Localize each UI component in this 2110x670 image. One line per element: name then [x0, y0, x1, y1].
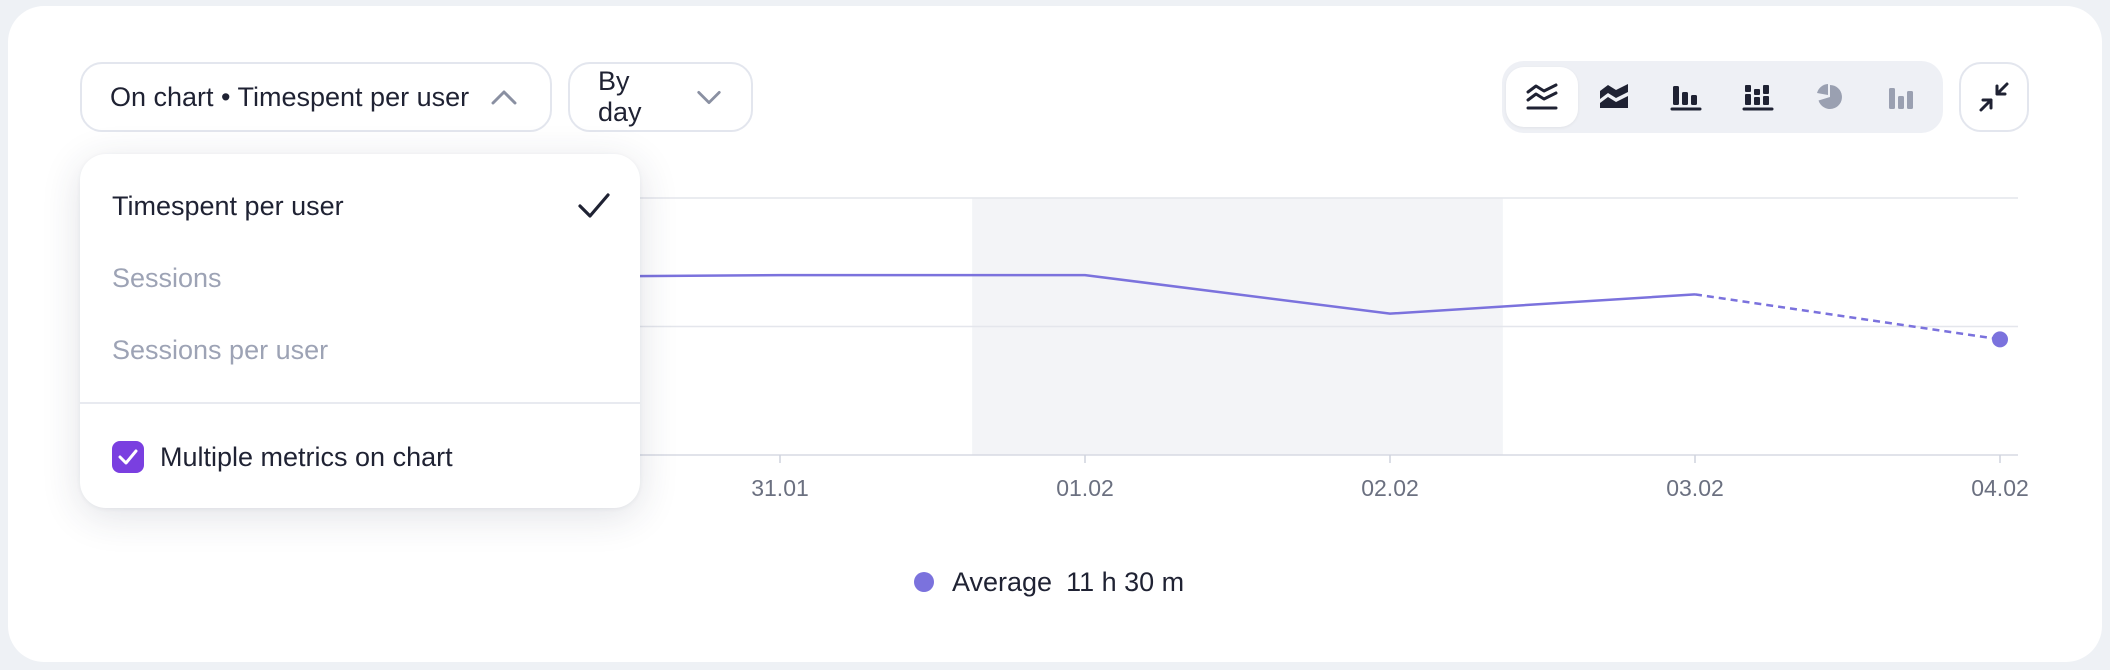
series-line-forecast — [1694, 293, 2001, 341]
area-chart-icon — [1600, 84, 1628, 108]
pie-chart-icon — [1817, 84, 1842, 109]
x-tick-label: 01.02 — [1056, 475, 1114, 501]
checkmark-icon — [578, 193, 610, 218]
checkbox-check-icon — [118, 449, 138, 465]
line-chart-icon — [1526, 83, 1558, 110]
dropdown-item-label: Sessions — [112, 262, 222, 293]
dropdown-item-label: Sessions per user — [112, 334, 329, 365]
collapse-button[interactable] — [1959, 62, 2029, 132]
chevron-down-icon — [697, 90, 721, 104]
metric-dropdown: Timespent per user Sessions Sessions per… — [80, 154, 640, 508]
period-select[interactable]: By day — [568, 62, 753, 132]
bar-chart-icon — [1670, 86, 1702, 111]
metric-select[interactable]: On chart • Timespent per user — [80, 62, 552, 132]
dropdown-divider — [80, 402, 640, 404]
column-chart-type-button[interactable] — [1866, 67, 1938, 127]
collapse-icon — [1979, 82, 2009, 112]
chevron-up-icon — [491, 90, 517, 105]
multiple-metrics-toggle[interactable]: Multiple metrics on chart — [112, 429, 453, 485]
stacked-bar-chart-icon — [1742, 85, 1774, 111]
dropdown-item-label: Timespent per user — [112, 190, 344, 221]
x-tick-label: 31.01 — [751, 475, 809, 501]
legend-series-marker — [914, 572, 934, 592]
chart-legend: Average 11 h 30 m — [914, 562, 1184, 602]
column-chart-icon — [1889, 88, 1913, 109]
line-chart-type-button[interactable] — [1506, 67, 1578, 127]
legend-series-value: 11 h 30 m — [1066, 566, 1185, 597]
series-last-point — [1992, 331, 2008, 348]
legend-series-name: Average — [952, 566, 1053, 597]
x-tick-label: 02.02 — [1361, 475, 1419, 501]
bar-chart-type-button[interactable] — [1650, 67, 1722, 127]
metric-select-label: On chart • Timespent per user — [110, 81, 470, 112]
x-tick-label: 03.02 — [1666, 475, 1724, 501]
multiple-metrics-label: Multiple metrics on chart — [160, 441, 453, 472]
dropdown-item-sessions-per-user[interactable]: Sessions per user — [112, 322, 612, 378]
chart-type-switcher — [1502, 61, 1943, 133]
dropdown-item-sessions[interactable]: Sessions — [112, 250, 612, 306]
dropdown-item-timespent-per-user[interactable]: Timespent per user — [112, 178, 612, 234]
area-chart-type-button[interactable] — [1578, 67, 1650, 127]
period-select-label: By day — [598, 66, 642, 127]
pie-chart-type-button[interactable] — [1794, 67, 1866, 127]
stacked-bar-chart-type-button[interactable] — [1722, 67, 1794, 127]
x-tick-label: 04.02 — [1971, 475, 2029, 501]
multiple-metrics-checkbox[interactable] — [112, 441, 144, 473]
